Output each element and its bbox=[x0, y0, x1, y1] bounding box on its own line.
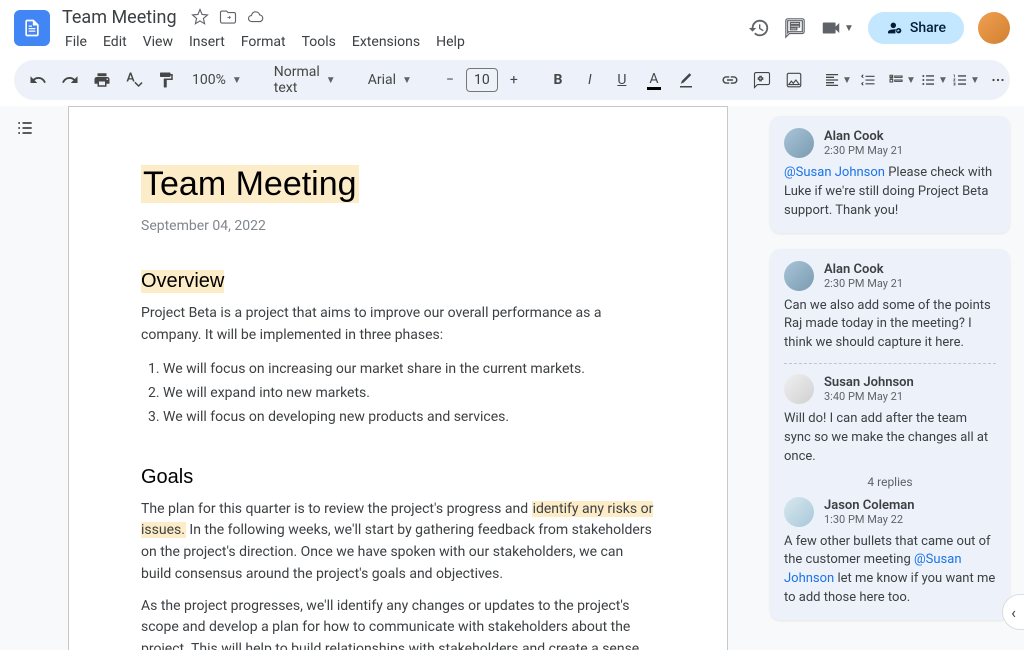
more-button[interactable] bbox=[984, 66, 1012, 94]
comment-author: Alan Cook bbox=[824, 262, 903, 277]
replies-count[interactable]: 4 replies bbox=[784, 475, 996, 489]
star-icon[interactable] bbox=[191, 8, 209, 26]
outline-icon[interactable] bbox=[13, 116, 37, 140]
menu-insert[interactable]: Insert bbox=[182, 30, 232, 54]
list-item: We will expand into new markets. bbox=[163, 382, 655, 406]
comment-author: Alan Cook bbox=[824, 129, 903, 144]
avatar bbox=[784, 374, 814, 404]
comment-author: Jason Coleman bbox=[824, 498, 915, 513]
text-color-button[interactable]: A bbox=[640, 66, 668, 94]
numbered-list-button[interactable]: ▼ bbox=[952, 66, 980, 94]
move-icon[interactable] bbox=[219, 8, 237, 26]
paragraph-style-select[interactable]: Normal text▼ bbox=[266, 66, 344, 94]
doc-heading-1: Team Meeting bbox=[141, 165, 359, 203]
comment-body: Can we also add some of the points Raj m… bbox=[784, 297, 996, 354]
comment-card[interactable]: Alan Cook 2:30 PM May 21 @Susan Johnson … bbox=[770, 116, 1010, 233]
document-page[interactable]: Team Meeting September 04, 2022 Overview… bbox=[68, 106, 728, 650]
redo-button[interactable] bbox=[56, 66, 84, 94]
increase-font-button[interactable]: + bbox=[500, 66, 528, 94]
meet-button[interactable]: ▼ bbox=[820, 17, 854, 39]
comment-body: Will do! I can add after the team sync s… bbox=[784, 410, 996, 467]
doc-title[interactable]: Team Meeting bbox=[58, 6, 181, 29]
comment-time: 2:30 PM May 21 bbox=[824, 144, 903, 157]
bulleted-list-button[interactable]: ▼ bbox=[920, 66, 948, 94]
share-button[interactable]: Share bbox=[868, 12, 964, 44]
overview-paragraph: Project Beta is a project that aims to i… bbox=[141, 303, 655, 346]
font-size-input[interactable]: 10 bbox=[466, 68, 498, 92]
comment-body: @Susan Johnson Please check with Luke if… bbox=[784, 164, 996, 221]
paint-format-button[interactable] bbox=[152, 66, 180, 94]
docs-logo[interactable] bbox=[14, 10, 50, 46]
comment-thread[interactable]: Alan Cook 2:30 PM May 21 Can we also add… bbox=[770, 249, 1010, 620]
highlight-color-button[interactable] bbox=[672, 66, 700, 94]
toolbar: 100%▼ Normal text▼ Arial▼ − 10 + B I U A… bbox=[14, 60, 1010, 100]
menu-help[interactable]: Help bbox=[429, 30, 472, 54]
editing-mode-button[interactable]: ▼ bbox=[1020, 66, 1024, 94]
comments-icon[interactable] bbox=[784, 17, 806, 39]
comment-body: A few other bullets that came out of the… bbox=[784, 533, 996, 608]
undo-button[interactable] bbox=[24, 66, 52, 94]
avatar bbox=[784, 128, 814, 158]
insert-link-button[interactable] bbox=[716, 66, 744, 94]
checklist-button[interactable]: ▼ bbox=[888, 66, 916, 94]
menu-file[interactable]: File bbox=[58, 30, 94, 54]
menu-format[interactable]: Format bbox=[234, 30, 293, 54]
print-button[interactable] bbox=[88, 66, 116, 94]
underline-button[interactable]: U bbox=[608, 66, 636, 94]
comment-author: Susan Johnson bbox=[824, 375, 914, 390]
comment-time: 3:40 PM May 21 bbox=[824, 390, 914, 403]
menu-edit[interactable]: Edit bbox=[96, 30, 134, 54]
menu-view[interactable]: View bbox=[136, 30, 180, 54]
mention: @Susan Johnson bbox=[784, 165, 885, 180]
chevron-down-icon: ▼ bbox=[844, 23, 854, 34]
list-item: We will focus on increasing our market s… bbox=[163, 358, 655, 382]
avatar bbox=[784, 261, 814, 291]
chevron-left-icon: ‹ bbox=[1011, 603, 1016, 622]
cloud-status-icon[interactable] bbox=[247, 8, 265, 26]
insert-image-button[interactable] bbox=[780, 66, 808, 94]
list-item: We will focus on developing new products… bbox=[163, 406, 655, 430]
comment-time: 2:30 PM May 21 bbox=[824, 277, 903, 290]
spellcheck-button[interactable] bbox=[120, 66, 148, 94]
history-icon[interactable] bbox=[748, 17, 770, 39]
italic-button[interactable]: I bbox=[576, 66, 604, 94]
avatar bbox=[784, 497, 814, 527]
add-comment-button[interactable] bbox=[748, 66, 776, 94]
align-button[interactable]: ▼ bbox=[824, 66, 852, 94]
comment-time: 1:30 PM May 22 bbox=[824, 513, 915, 526]
doc-date: September 04, 2022 bbox=[141, 218, 655, 234]
goals-paragraph-1: The plan for this quarter is to review t… bbox=[141, 499, 655, 586]
menubar: File Edit View Insert Format Tools Exten… bbox=[58, 30, 740, 54]
decrease-font-button[interactable]: − bbox=[436, 66, 464, 94]
share-label: Share bbox=[910, 20, 946, 36]
font-select[interactable]: Arial▼ bbox=[360, 66, 420, 94]
zoom-select[interactable]: 100%▼ bbox=[184, 66, 250, 94]
menu-tools[interactable]: Tools bbox=[295, 30, 343, 54]
phases-list: We will focus on increasing our market s… bbox=[163, 358, 655, 429]
bold-button[interactable]: B bbox=[544, 66, 572, 94]
goals-heading: Goals bbox=[141, 466, 193, 489]
line-spacing-button[interactable] bbox=[856, 66, 884, 94]
goals-paragraph-2: As the project progresses, we'll identif… bbox=[141, 596, 655, 650]
comments-panel: Alan Cook 2:30 PM May 21 @Susan Johnson … bbox=[766, 106, 1024, 650]
account-avatar[interactable] bbox=[978, 12, 1010, 44]
menu-extensions[interactable]: Extensions bbox=[345, 30, 427, 54]
overview-heading: Overview bbox=[141, 270, 224, 293]
